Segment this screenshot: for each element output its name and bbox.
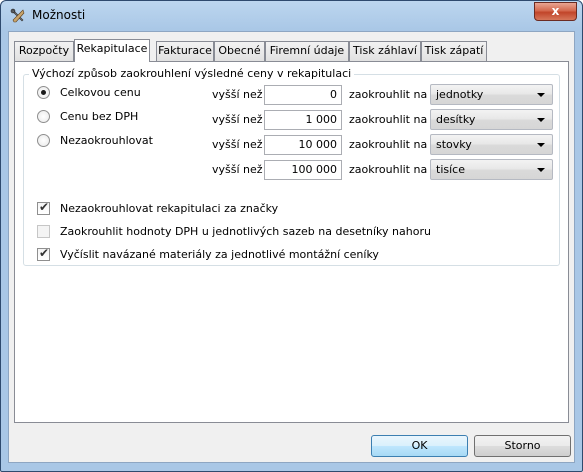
tab-rozpocty[interactable]: Rozpočty xyxy=(14,41,74,61)
select-value: jednotky xyxy=(436,88,484,101)
chevron-down-icon xyxy=(537,93,545,97)
threshold-input-3[interactable]: 10 000 xyxy=(264,135,342,155)
checkbox-nezaokrouhlovat-rekapitulaci[interactable]: ✔ xyxy=(37,200,50,215)
round-to-label: zaokrouhlit na xyxy=(349,88,428,101)
threshold-input-1[interactable]: 0 xyxy=(264,85,342,105)
round-to-label: zaokrouhlit na xyxy=(349,113,428,126)
close-icon: x xyxy=(551,4,560,18)
dialog-body: Rozpočty Rekapitulace Fakturace Obecné F… xyxy=(8,31,575,463)
threshold-input-4[interactable]: 100 000 xyxy=(264,160,342,180)
checkbox-label: Zaokrouhlit hodnoty DPH u jednotlivých s… xyxy=(60,225,431,238)
select-value: tisíce xyxy=(436,163,465,176)
tab-rekapitulace[interactable]: Rekapitulace xyxy=(74,39,150,62)
ok-button[interactable]: OK xyxy=(371,435,468,457)
round-to-label: zaokrouhlit na xyxy=(349,163,428,176)
tab-tisk-zahlavi[interactable]: Tisk záhlaví xyxy=(349,41,421,61)
higher-than-label: vyšší než xyxy=(212,138,263,151)
higher-than-label: vyšší než xyxy=(212,113,263,126)
select-value: desítky xyxy=(436,113,476,126)
radio-label-cenu-bez-dph: Cenu bez DPH xyxy=(60,110,139,123)
round-to-select-1[interactable]: jednotky xyxy=(430,84,553,105)
checkmark-icon: ✔ xyxy=(39,200,50,214)
checkbox-label: Nezaokrouhlovat rekapitulaci za značky xyxy=(60,202,279,215)
higher-than-label: vyšší než xyxy=(212,163,263,176)
cancel-button[interactable]: Storno xyxy=(474,435,571,457)
round-to-select-2[interactable]: desítky xyxy=(430,109,553,130)
tools-icon xyxy=(10,8,25,23)
close-button[interactable]: x xyxy=(534,2,577,21)
select-value: stovky xyxy=(436,138,472,151)
round-to-select-3[interactable]: stovky xyxy=(430,134,553,155)
radio-celkovou-cenu[interactable] xyxy=(37,86,50,99)
checkbox-vycislit-materialy[interactable]: ✔ xyxy=(37,246,50,261)
groupbox-title: Výchozí způsob zaokrouhlení výsledné cen… xyxy=(29,67,355,80)
radio-nezaokrouhlovat[interactable] xyxy=(37,134,50,147)
chevron-down-icon xyxy=(537,118,545,122)
chevron-down-icon xyxy=(537,168,545,172)
checkbox-label: Vyčíslit navázané materiály za jednotliv… xyxy=(60,248,379,261)
tab-fakturace[interactable]: Fakturace xyxy=(156,41,214,61)
options-dialog: Možnosti x Rozpočty Rekapitulace Faktura… xyxy=(0,0,583,472)
round-to-select-4[interactable]: tisíce xyxy=(430,159,553,180)
checkmark-icon: ✔ xyxy=(39,246,50,260)
chevron-down-icon xyxy=(537,143,545,147)
radio-cenu-bez-dph[interactable] xyxy=(37,110,50,123)
higher-than-label: vyšší než xyxy=(212,88,263,101)
threshold-input-2[interactable]: 1 000 xyxy=(264,110,342,130)
title-bar[interactable]: Možnosti x xyxy=(1,1,582,31)
radio-label-celkovou-cenu: Celkovou cenu xyxy=(60,86,141,99)
tab-tisk-zapati[interactable]: Tisk zápatí xyxy=(421,41,487,61)
radio-label-nezaokrouhlovat: Nezaokrouhlovat xyxy=(60,134,153,147)
round-to-label: zaokrouhlit na xyxy=(349,138,428,151)
tab-page-rekapitulace: Výchozí způsob zaokrouhlení výsledné cen… xyxy=(14,61,569,423)
tab-firemni-udaje[interactable]: Firemní údaje xyxy=(265,41,349,61)
window-title: Možnosti xyxy=(32,8,86,22)
rounding-groupbox: Výchozí způsob zaokrouhlení výsledné cen… xyxy=(23,67,560,266)
tab-obecne[interactable]: Obecné xyxy=(214,41,265,61)
checkbox-zaokrouhlit-dph[interactable] xyxy=(37,225,50,238)
